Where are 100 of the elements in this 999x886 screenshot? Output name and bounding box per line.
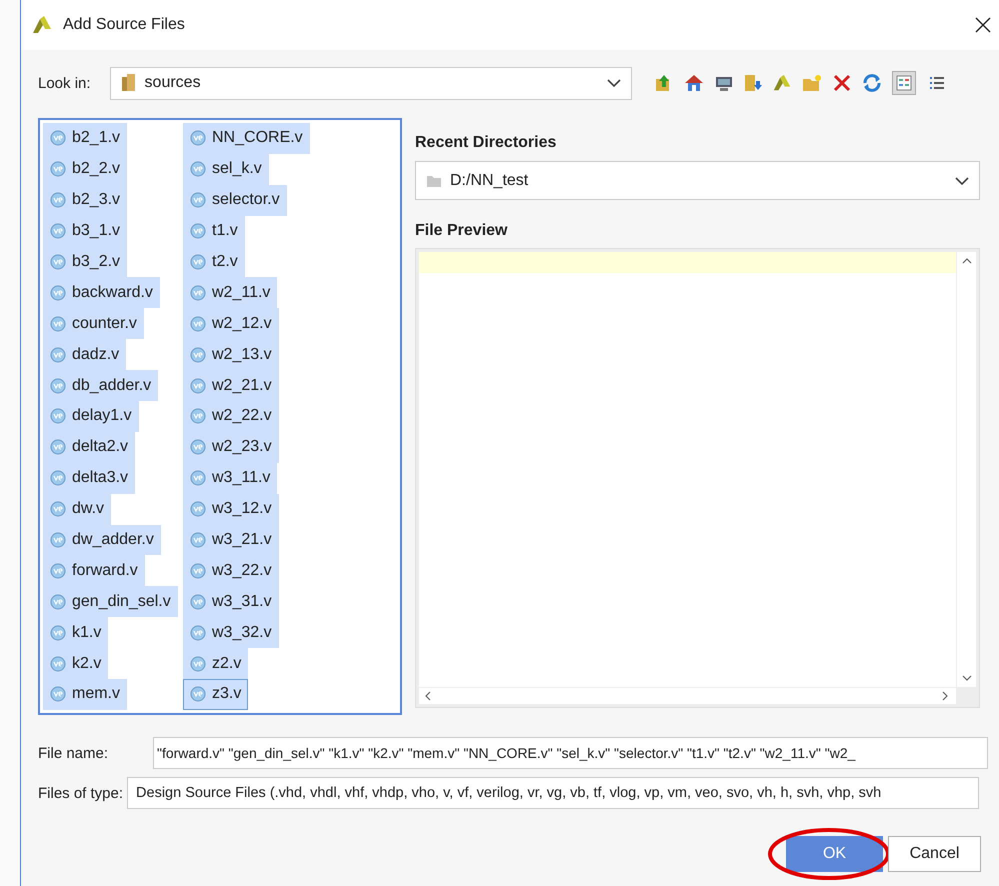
scroll-left-icon[interactable]: [425, 691, 431, 701]
file-item[interactable]: k1.v: [43, 617, 108, 648]
verilog-file-icon: [50, 378, 66, 394]
chevron-down-icon: [955, 176, 969, 184]
list-view-button[interactable]: [892, 71, 916, 95]
file-item[interactable]: w2_21.v: [183, 370, 279, 402]
verilog-file-icon: [190, 378, 206, 394]
home-icon[interactable]: [682, 73, 705, 93]
folder-arrow-icon[interactable]: [742, 73, 763, 93]
file-item[interactable]: z2.v: [183, 648, 248, 680]
verilog-file-icon: [50, 501, 66, 518]
verilog-file-icon: [190, 130, 206, 146]
verilog-file-icon: [50, 161, 66, 178]
verilog-file-icon: [190, 501, 206, 518]
ok-button[interactable]: OK: [786, 836, 883, 872]
verilog-file-icon: [190, 594, 206, 610]
verilog-file-icon: [190, 439, 206, 456]
verilog-file-icon: [190, 562, 206, 579]
verilog-file-icon: [50, 130, 66, 146]
verilog-file-icon: [50, 532, 66, 548]
file-item[interactable]: db_adder.v: [43, 370, 158, 402]
file-item[interactable]: k2.v: [43, 648, 108, 680]
look-in-dropdown[interactable]: sources: [110, 66, 632, 100]
file-item[interactable]: dw_adder.v: [43, 524, 161, 556]
file-item[interactable]: backward.v: [43, 277, 160, 308]
file-item[interactable]: w3_32.v: [183, 617, 279, 648]
file-item[interactable]: dadz.v: [43, 339, 126, 370]
file-item[interactable]: t2.v: [183, 246, 245, 278]
verilog-file-icon: [50, 470, 66, 486]
verilog-file-icon: [190, 316, 206, 332]
verilog-file-icon: [190, 192, 206, 208]
verilog-file-icon: [50, 316, 66, 332]
verilog-file-icon: [50, 192, 66, 208]
recent-directories-dropdown[interactable]: D:/NN_test: [415, 161, 980, 200]
app-logo-icon[interactable]: [772, 73, 792, 93]
verilog-file-icon: [50, 254, 66, 270]
section-heading: Recent Directories: [415, 134, 558, 152]
verilog-file-icon: [50, 346, 66, 363]
file-item[interactable]: selector.v: [183, 184, 287, 216]
file-item[interactable]: b2_2.v: [43, 154, 128, 185]
file-item[interactable]: b2_3.v: [43, 184, 128, 216]
verilog-file-icon: [50, 594, 66, 610]
file-item[interactable]: forward.v: [43, 555, 145, 586]
cancel-button[interactable]: Cancel: [888, 836, 981, 872]
file-name-field[interactable]: "forward.v" "gen_din_sel.v" "k1.v" "k2.v" "mem.v" "NN_CORE.v" "sel_k.v" "selector.v" "t1.v" "t2.v" "w2_11.v" "w2_: [153, 737, 988, 769]
file-item[interactable]: z3.v: [183, 679, 248, 710]
verilog-file-icon: [190, 686, 206, 702]
verilog-file-icon: [190, 532, 206, 548]
vertical-scrollbar[interactable]: [956, 252, 976, 687]
file-item[interactable]: gen_din_sel.v: [43, 586, 178, 618]
file-item[interactable]: w3_31.v: [183, 586, 279, 618]
list-view-icon: [896, 75, 912, 91]
details-view-icon: [928, 75, 945, 91]
verilog-file-icon: [190, 656, 206, 672]
file-item[interactable]: NN_CORE.v: [183, 123, 310, 154]
verilog-file-icon: [50, 686, 66, 702]
file-item[interactable]: w3_21.v: [183, 524, 279, 556]
verilog-file-icon: [190, 470, 206, 486]
verilog-file-icon: [190, 408, 206, 424]
file-type-dropdown[interactable]: Design Source Files (.vhd, vhdl, vhf, vhdp, vho, v, vf, verilog, vr, vg, vb, tf, vlog, vp, vm, veo, svo, vh, h, svh, vhp, svh: [127, 777, 980, 809]
file-item[interactable]: b3_2.v: [43, 246, 128, 278]
horizontal-scrollbar[interactable]: [419, 687, 956, 704]
file-item[interactable]: b2_1.v: [43, 123, 128, 154]
verilog-file-icon: [190, 284, 206, 301]
file-item[interactable]: w2_23.v: [183, 432, 279, 463]
window-title: Add Source Files: [63, 16, 185, 34]
file-item[interactable]: w3_12.v: [183, 494, 279, 525]
file-item[interactable]: w3_22.v: [183, 555, 279, 586]
scroll-up-icon[interactable]: [962, 258, 972, 264]
file-item[interactable]: delay1.v: [43, 401, 139, 432]
verilog-file-icon: [190, 161, 206, 178]
refresh-icon[interactable]: [860, 72, 883, 94]
file-item[interactable]: sel_k.v: [183, 154, 269, 185]
delete-icon[interactable]: [832, 73, 852, 93]
verilog-file-icon: [190, 223, 206, 240]
verilog-file-icon: [50, 624, 66, 641]
file-item[interactable]: w2_11.v: [183, 277, 278, 308]
file-item[interactable]: w2_12.v: [183, 308, 279, 340]
folder-icon: [120, 73, 137, 93]
file-item[interactable]: dw.v: [43, 494, 112, 525]
section-heading: File Preview: [415, 222, 508, 240]
scroll-right-icon[interactable]: [942, 691, 948, 701]
file-item[interactable]: delta2.v: [43, 432, 136, 463]
app-logo-icon: [31, 15, 53, 35]
file-type-label: Files of type:: [38, 784, 124, 802]
file-name-label: File name:: [38, 744, 110, 762]
file-item[interactable]: t1.v: [183, 216, 245, 247]
file-item[interactable]: counter.v: [43, 308, 144, 340]
verilog-file-icon: [50, 284, 66, 301]
file-item[interactable]: w2_22.v: [183, 401, 279, 432]
file-item[interactable]: b3_1.v: [43, 216, 128, 247]
file-item[interactable]: delta3.v: [43, 462, 136, 494]
file-item[interactable]: w2_13.v: [183, 339, 279, 370]
close-icon[interactable]: [975, 17, 991, 33]
verilog-file-icon: [190, 624, 206, 641]
scroll-down-icon[interactable]: [962, 675, 972, 681]
verilog-file-icon: [50, 562, 66, 579]
file-item[interactable]: mem.v: [43, 679, 127, 710]
verilog-file-icon: [50, 656, 66, 672]
file-item[interactable]: w3_11.v: [183, 462, 278, 494]
